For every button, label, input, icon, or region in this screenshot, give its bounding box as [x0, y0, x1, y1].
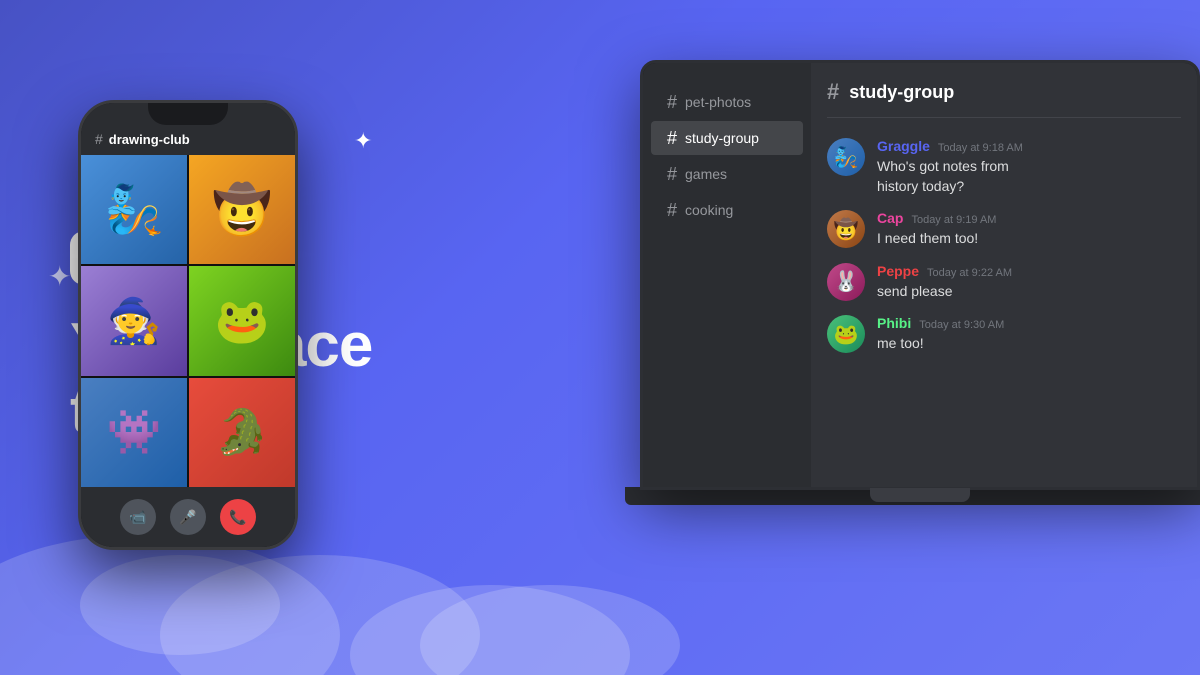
- message-author-cap: Cap: [877, 210, 903, 226]
- laptop-mockup: # pet-photos # study-group # games # coo…: [640, 60, 1200, 490]
- message-author-peppe: Peppe: [877, 263, 919, 279]
- phone-controls: 📹 🎤 📞: [81, 487, 295, 547]
- message-meta-1: Graggle Today at 9:18 AM: [877, 138, 1023, 154]
- channel-hash-icon: #: [667, 201, 677, 219]
- channel-hash-icon: #: [667, 165, 677, 183]
- channel-study-group[interactable]: # study-group: [651, 121, 803, 155]
- message-1: 🧞 Graggle Today at 9:18 AM Who's got not…: [827, 138, 1181, 196]
- channel-label: games: [685, 166, 727, 182]
- video-cell-3: 🧙: [81, 266, 187, 375]
- phone-screen: # drawing-club 🧞 🤠 🧙 🐸 👾 🐊 📹: [81, 103, 295, 547]
- video-cell-2: 🤠: [189, 155, 295, 264]
- video-cell-5: 👾: [81, 378, 187, 487]
- video-cell-4: 🐸: [189, 266, 295, 375]
- phone-channel-name: drawing-club: [109, 132, 190, 147]
- message-time-4: Today at 9:30 AM: [919, 319, 1004, 331]
- channel-games[interactable]: # games: [651, 157, 803, 191]
- end-call-button[interactable]: 📞: [220, 499, 256, 535]
- laptop-camera-notch: [870, 488, 970, 502]
- message-3: 🐰 Peppe Today at 9:22 AM send please: [827, 263, 1181, 302]
- message-meta-4: Phibi Today at 9:30 AM: [877, 315, 1004, 331]
- avatar-phibi: 🐸: [827, 315, 865, 353]
- message-text-3: send please: [877, 282, 1012, 302]
- message-time-2: Today at 9:19 AM: [911, 214, 996, 226]
- laptop-screen: # pet-photos # study-group # games # coo…: [643, 63, 1197, 487]
- message-content-1: Graggle Today at 9:18 AM Who's got notes…: [877, 138, 1023, 196]
- mute-button[interactable]: 🎤: [170, 499, 206, 535]
- message-text-4: me too!: [877, 334, 1004, 354]
- chat-area: # study-group 🧞 Graggle Today at 9:18 AM…: [811, 63, 1197, 487]
- chat-header-title: study-group: [849, 82, 954, 103]
- avatar-cap: 🤠: [827, 210, 865, 248]
- message-4: 🐸 Phibi Today at 9:30 AM me too!: [827, 315, 1181, 354]
- message-meta-2: Cap Today at 9:19 AM: [877, 210, 996, 226]
- video-grid: 🧞 🤠 🧙 🐸 👾 🐊: [81, 155, 295, 487]
- phone-channel-hash: #: [95, 131, 103, 147]
- sparkle-decoration: ✦: [354, 128, 372, 154]
- plus-decoration-icon: ✦: [48, 260, 71, 293]
- channels-sidebar: # pet-photos # study-group # games # coo…: [643, 63, 811, 487]
- channel-label: study-group: [685, 130, 759, 146]
- message-content-4: Phibi Today at 9:30 AM me too!: [877, 315, 1004, 354]
- channel-pet-photos[interactable]: # pet-photos: [651, 85, 803, 119]
- avatar-graggle: 🧞: [827, 138, 865, 176]
- message-time-1: Today at 9:18 AM: [938, 142, 1023, 154]
- phone-mockup: # drawing-club 🧞 🤠 🧙 🐸 👾 🐊 📹: [78, 100, 298, 550]
- channel-hash-icon: #: [667, 93, 677, 111]
- message-content-2: Cap Today at 9:19 AM I need them too!: [877, 210, 996, 249]
- chat-header: # study-group: [827, 79, 1181, 118]
- message-2: 🤠 Cap Today at 9:19 AM I need them too!: [827, 210, 1181, 249]
- message-text-1: Who's got notes fromhistory today?: [877, 157, 1023, 196]
- channel-cooking[interactable]: # cooking: [651, 193, 803, 227]
- chat-header-hash-icon: #: [827, 79, 839, 105]
- phone-notch: [148, 103, 228, 125]
- channel-hash-icon: #: [667, 129, 677, 147]
- message-content-3: Peppe Today at 9:22 AM send please: [877, 263, 1012, 302]
- channel-label: pet-photos: [685, 94, 751, 110]
- video-button[interactable]: 📹: [120, 499, 156, 535]
- avatar-peppe: 🐰: [827, 263, 865, 301]
- message-author-phibi: Phibi: [877, 315, 911, 331]
- video-cell-1: 🧞: [81, 155, 187, 264]
- message-time-3: Today at 9:22 AM: [927, 267, 1012, 279]
- video-cell-6: 🐊: [189, 378, 295, 487]
- channel-label: cooking: [685, 202, 733, 218]
- message-meta-3: Peppe Today at 9:22 AM: [877, 263, 1012, 279]
- message-author-graggle: Graggle: [877, 138, 930, 154]
- message-list: 🧞 Graggle Today at 9:18 AM Who's got not…: [827, 138, 1181, 471]
- message-text-2: I need them too!: [877, 229, 996, 249]
